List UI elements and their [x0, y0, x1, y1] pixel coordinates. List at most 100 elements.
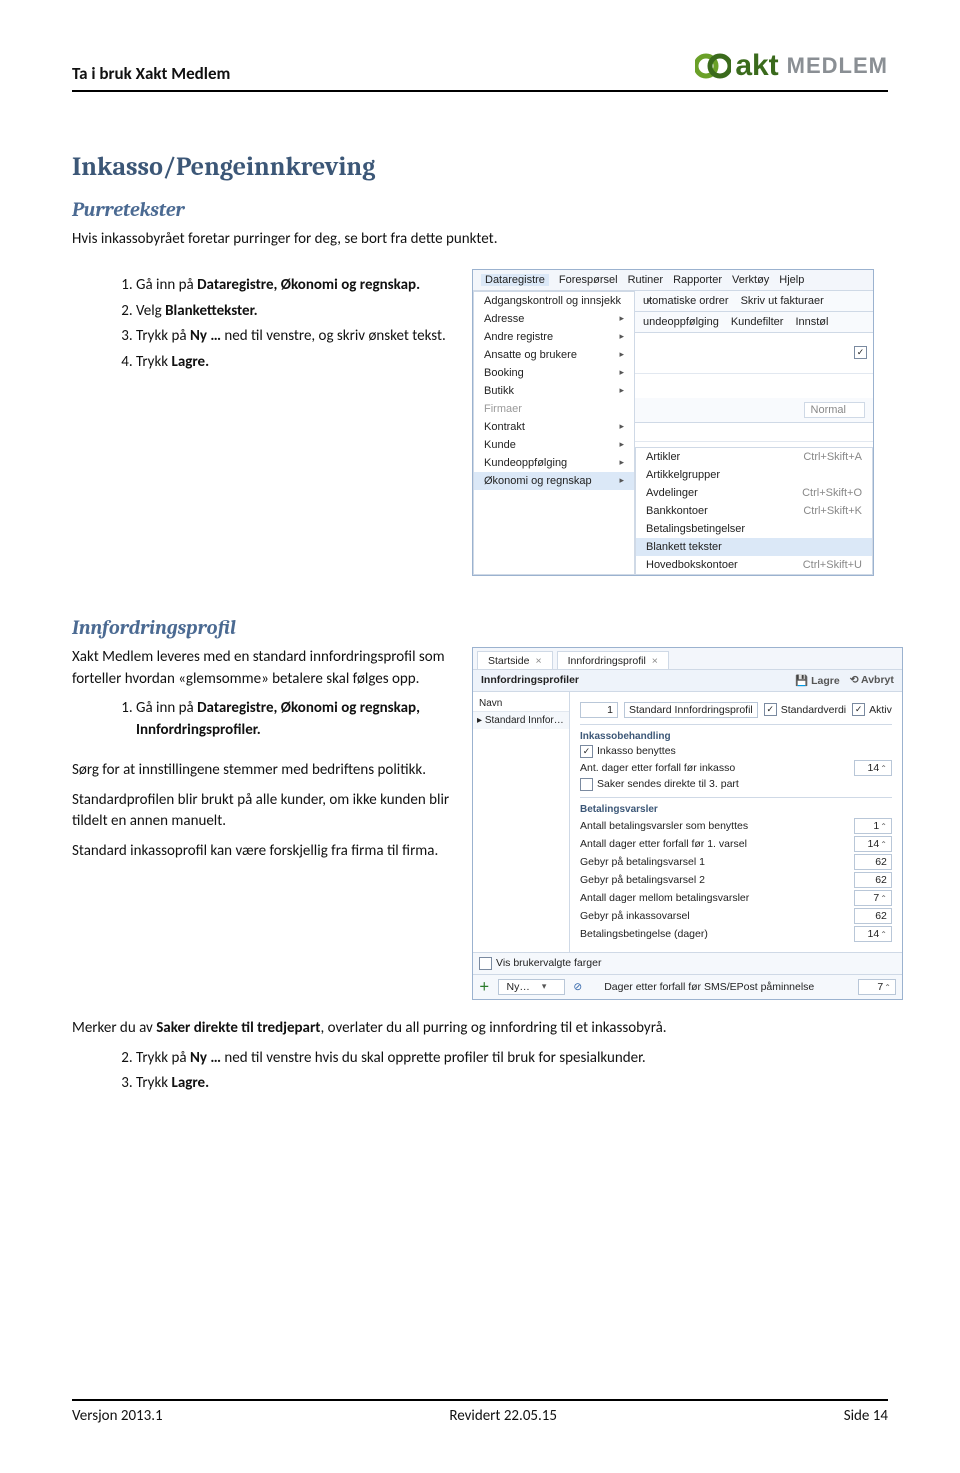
menu-rapporter[interactable]: Rapporter	[673, 274, 722, 286]
menu-item[interactable]: Butikk	[474, 382, 634, 400]
screenshot-innfordringsprofil: Startside× Innfordringsprofil× Innfordri…	[472, 647, 903, 1000]
close-icon[interactable]: ×	[652, 655, 658, 667]
submenu-item[interactable]: Betalingsbetingelser	[636, 520, 872, 538]
id-input[interactable]: 1	[580, 702, 618, 718]
number-input[interactable]: 62	[854, 908, 892, 924]
menu-item[interactable]: Ansatte og brukere	[474, 346, 634, 364]
group-title: Betalingsvarsler	[580, 804, 892, 815]
checkbox-inkasso-benyttes[interactable]: Inkasso benyttes	[580, 745, 676, 758]
toolbar: utomatiske ordrer Skriv ut fakturaer	[635, 291, 873, 312]
menu-verktoey[interactable]: Verktøy	[732, 274, 769, 286]
menu-item[interactable]: Andre registre	[474, 328, 634, 346]
add-icon[interactable]: ＋	[479, 979, 490, 994]
submenu-item[interactable]: HovedbokskontoerCtrl+Skift+U	[636, 556, 872, 574]
heading-purretekster: Purretekster	[72, 198, 888, 221]
logo-icon	[695, 48, 731, 84]
toolbar-item[interactable]: Skriv ut fakturaer	[741, 295, 824, 307]
body-text: Standard inkassoprofil kan være forskjel…	[72, 841, 452, 863]
spinner-input[interactable]: 14	[854, 836, 892, 852]
logo-text-2: MEDLEM	[787, 53, 888, 79]
page-header: Ta i bruk Xakt Medlem akt MEDLEM	[72, 48, 888, 92]
toolbar-item[interactable]: undeoppfølging	[643, 316, 719, 328]
field-label: Gebyr på betalingsvarsel 2	[580, 874, 848, 886]
screenshot-dataregistre-menu: Dataregistre Forespørsel Rutiner Rapport…	[472, 269, 874, 576]
field-label: Antall dager mellom betalingsvarsler	[580, 892, 848, 904]
submenu-item-blanketttekster[interactable]: Blankett tekster	[636, 538, 872, 556]
field-label: Ant. dager etter forfall før inkasso	[580, 762, 848, 774]
delete-icon[interactable]: ⊘	[573, 981, 582, 993]
menu-forespoersel[interactable]: Forespørsel	[559, 274, 618, 286]
innfordring-intro: Xakt Medlem leveres med en standard innf…	[72, 647, 452, 691]
field-label: Gebyr på inkassovarsel	[580, 910, 848, 922]
lagre-button[interactable]: 💾 Lagre	[795, 674, 840, 687]
menu-item-disabled: Firmaer	[474, 400, 634, 418]
spinner-input[interactable]: 7	[854, 890, 892, 906]
ny-button[interactable]: Ny…	[498, 979, 566, 995]
intro-text: Hvis inkassobyrået foretar purringer for…	[72, 229, 888, 251]
menu-item[interactable]: Booking	[474, 364, 634, 382]
tab-innfordringsprofil[interactable]: Innfordringsprofil×	[557, 651, 669, 669]
profile-list-sidebar: Navn ▸ Standard Innfordringsprofil	[473, 692, 570, 952]
checkbox-standardverdi[interactable]: Standardverdi	[764, 703, 846, 716]
submenu-item[interactable]: AvdelingerCtrl+Skift+O	[636, 484, 872, 502]
body-text: Sørg for at innstillingene stemmer med b…	[72, 760, 452, 782]
toolbar-item[interactable]: Kundefilter	[731, 316, 784, 328]
header-title: Ta i bruk Xakt Medlem	[72, 63, 230, 84]
tab-startside[interactable]: Startside×	[477, 651, 553, 669]
format-toolbar: Normal	[635, 398, 873, 423]
group-title: Inkassobehandling	[580, 731, 892, 742]
submenu-item[interactable]: ArtiklerCtrl+Skift+A	[636, 448, 872, 466]
body-text: Standardprofilen blir brukt på alle kund…	[72, 790, 452, 834]
heading-innfordringsprofil: Innfordringsprofil	[72, 616, 888, 639]
menu-item[interactable]: Kunde	[474, 436, 634, 454]
checkbox[interactable]	[854, 346, 867, 359]
number-input[interactable]: 62	[854, 872, 892, 888]
close-icon[interactable]: ×	[535, 655, 541, 667]
footer-page: Side 14	[844, 1407, 888, 1425]
menu-item[interactable]: Adresse	[474, 310, 634, 328]
footer-version: Versjon 2013.1	[72, 1407, 163, 1425]
steps-list-1: Gå inn på Dataregistre, Økonomi og regns…	[96, 275, 452, 374]
column-header[interactable]: Navn	[473, 696, 569, 712]
menu-item[interactable]: Adgangskontroll og innsjekk	[474, 292, 634, 310]
field-label: Gebyr på betalingsvarsel 1	[580, 856, 848, 868]
logo: akt MEDLEM	[695, 48, 888, 84]
name-input[interactable]: Standard Innfordringsprofil	[624, 702, 758, 718]
submenu-item[interactable]: Artikkelgrupper	[636, 466, 872, 484]
logo-text-1: akt	[735, 49, 778, 83]
footer-revised: Revidert 22.05.15	[449, 1407, 557, 1425]
body-text: Merker du av Saker direkte til tredjepar…	[72, 1018, 888, 1040]
format-dropdown[interactable]: Normal	[804, 402, 865, 418]
menu-item[interactable]: Kontrakt	[474, 418, 634, 436]
menu-dataregistre[interactable]: Dataregistre	[481, 274, 549, 286]
field-label: Antall betalingsvarsler som benyttes	[580, 820, 848, 832]
field-label: Betalingsbetingelse (dager)	[580, 928, 848, 940]
avbryt-button[interactable]: ⟲ Avbryt	[850, 674, 894, 686]
field-label: Dager etter forfall før SMS/EPost påminn…	[604, 981, 850, 993]
spinner-input[interactable]: 14	[854, 926, 892, 942]
spinner-input[interactable]: 14	[854, 760, 892, 776]
dataregistre-dropdown: Adgangskontroll og innsjekk Adresse Andr…	[473, 291, 635, 575]
number-input[interactable]: 62	[854, 854, 892, 870]
menu-hjelp[interactable]: Hjelp	[779, 274, 804, 286]
steps-list-2b: Trykk på Ny … ned til venstre hvis du sk…	[96, 1048, 888, 1096]
checkbox-aktiv[interactable]: Aktiv	[852, 703, 892, 716]
heading-inkasso: Inkasso/Pengeinnkreving	[72, 152, 888, 182]
panel-header: Innfordringsprofiler 💾 Lagre ⟲ Avbryt	[473, 670, 902, 692]
toolbar-item[interactable]: Innstøl	[795, 316, 828, 328]
toolbar: undeoppfølging Kundefilter Innstøl	[635, 312, 873, 333]
submenu-item[interactable]: BankkontoerCtrl+Skift+K	[636, 502, 872, 520]
spinner-input[interactable]: 1	[854, 818, 892, 834]
menu-item[interactable]: Kundeoppfølging	[474, 454, 634, 472]
checkbox-brukervalgte-farger[interactable]: Vis brukervalgte farger	[479, 957, 601, 970]
checkbox-saker-direkte[interactable]: Saker sendes direkte til 3. part	[580, 778, 739, 791]
toolbar-item[interactable]: utomatiske ordrer	[643, 295, 729, 307]
menu-item-okonomi[interactable]: Økonomi og regnskap	[474, 472, 634, 490]
menu-rutiner[interactable]: Rutiner	[628, 274, 663, 286]
steps-list-2a: Gå inn på Dataregistre, Økonomi og regns…	[96, 698, 452, 742]
page-footer: Versjon 2013.1 Revidert 22.05.15 Side 14	[72, 1399, 888, 1425]
list-item[interactable]: ▸ Standard Innfordringsprofil	[473, 712, 569, 729]
spinner-input[interactable]: 7	[858, 979, 896, 995]
submenu-okonomi: ArtiklerCtrl+Skift+A Artikkelgrupper Avd…	[635, 447, 873, 575]
field-label: Antall dager etter forfall før 1. varsel	[580, 838, 848, 850]
